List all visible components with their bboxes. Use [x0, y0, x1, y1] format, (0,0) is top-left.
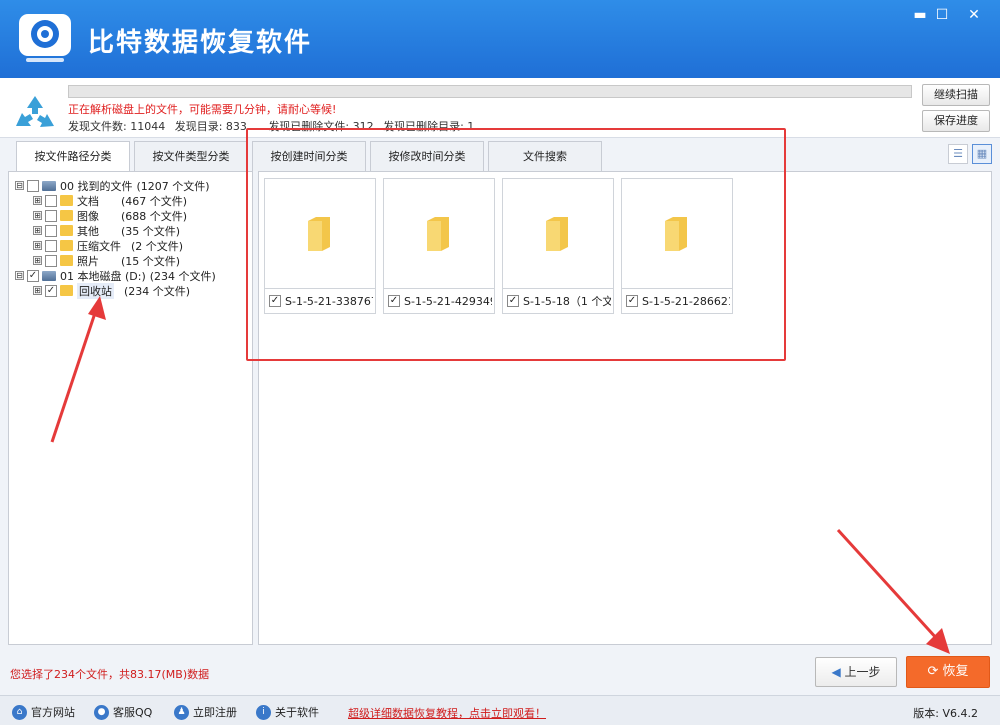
- file-checkbox[interactable]: ✓: [269, 295, 281, 307]
- stat-deleted-dirs: 发现已删除目录: 1: [383, 120, 475, 133]
- file-checkbox[interactable]: ✓: [388, 295, 400, 307]
- expand-icon[interactable]: ⊞: [33, 256, 42, 265]
- drive-icon: [42, 180, 56, 191]
- tree-item-recycle-bin[interactable]: ⊞ ✓ 回收站 (234 个文件): [33, 282, 190, 299]
- tree-checkbox[interactable]: [45, 239, 57, 252]
- file-checkbox[interactable]: ✓: [626, 295, 638, 307]
- expand-icon[interactable]: ⊞: [33, 211, 42, 220]
- tree-checkbox[interactable]: [45, 209, 57, 222]
- action-bar: 您选择了234个文件，共83.17(MB)数据 ◀ 上一步 ⟳ 恢复: [0, 650, 1000, 695]
- title-bar: 比特数据恢复软件 ▬ ☐ ✕: [0, 0, 1000, 78]
- footer-link-qq[interactable]: ● 客服QQ: [94, 704, 152, 720]
- back-arrow-icon: ◀: [831, 665, 845, 679]
- footer-link-register[interactable]: ♟ 立即注册: [174, 704, 237, 720]
- tree-checkbox[interactable]: ✓: [27, 269, 39, 282]
- save-progress-button[interactable]: 保存进度: [922, 110, 990, 132]
- stat-dirs-found: 发现目录: 833: [174, 120, 247, 133]
- tree-item-other[interactable]: ⊞ 其他 (35 个文件): [33, 223, 180, 238]
- collapse-icon[interactable]: ⊟: [15, 181, 24, 190]
- file-thumbnail: [265, 179, 375, 289]
- tree-item-archives[interactable]: ⊞ 压缩文件 (2 个文件): [33, 238, 183, 253]
- file-thumbnail: [622, 179, 732, 289]
- file-thumbnail: [384, 179, 494, 289]
- version-label: 版本: V6.4.2: [913, 707, 978, 720]
- file-caption: ✓S-1-5-21-429349...: [388, 294, 492, 308]
- collapse-icon[interactable]: ⊟: [15, 271, 24, 280]
- expand-icon[interactable]: ⊞: [33, 196, 42, 205]
- stat-files-found: 发现文件数: 11044: [68, 120, 166, 133]
- tree-checkbox[interactable]: ✓: [45, 284, 57, 297]
- stat-deleted-files: 发现已删除文件: 312: [268, 120, 374, 133]
- recover-button[interactable]: ⟳ 恢复: [906, 656, 990, 688]
- tab-by-path[interactable]: 按文件路径分类: [16, 141, 130, 173]
- folder-icon: [60, 210, 73, 221]
- refresh-icon: ⟳: [927, 664, 943, 679]
- folder-icon: [60, 285, 73, 296]
- app-title: 比特数据恢复软件: [88, 28, 313, 58]
- file-card[interactable]: ✓S-1-5-18（1 个文...: [502, 178, 614, 314]
- app-logo-icon: [19, 14, 71, 62]
- qq-icon: ●: [94, 704, 109, 720]
- tab-by-modified[interactable]: 按修改时间分类: [370, 141, 484, 171]
- home-icon: ⌂: [12, 704, 27, 720]
- tree-checkbox[interactable]: [45, 254, 57, 267]
- folder-icon: [427, 217, 449, 251]
- scan-warning-text: 正在解析磁盘上的文件，可能需要几分钟，请耐心等候!: [68, 103, 337, 116]
- footer: ⌂ 官方网站 ● 客服QQ ♟ 立即注册 i 关于软件 超级详细数据恢复教程，点击立即观…: [0, 695, 1000, 725]
- folder-icon: [308, 217, 330, 251]
- file-checkbox[interactable]: ✓: [507, 295, 519, 307]
- folder-tree: ⊟ 00 找到的文件 (1207 个文件) ⊞ 文档 (467 个文件) ⊞ 图像 (688…: [8, 171, 253, 645]
- close-button[interactable]: ✕: [960, 4, 988, 26]
- file-caption: ✓S-1-5-21-338767...: [269, 294, 373, 308]
- expand-icon[interactable]: ⊞: [33, 241, 42, 250]
- tree-item-photos[interactable]: ⊞ 照片 (15 个文件): [33, 253, 180, 268]
- footer-link-website[interactable]: ⌂ 官方网站: [12, 704, 75, 720]
- tree-checkbox[interactable]: [45, 224, 57, 237]
- tree-item-images[interactable]: ⊞ 图像 (688 个文件): [33, 208, 187, 223]
- view-toggle: ☰ ▦: [944, 144, 992, 164]
- footer-link-about[interactable]: i 关于软件: [256, 704, 319, 720]
- scan-progress-bar: [68, 85, 912, 98]
- file-card[interactable]: ✓S-1-5-21-429349...: [383, 178, 495, 314]
- file-grid: ✓S-1-5-21-338767... ✓S-1-5-21-429349... …: [258, 171, 992, 645]
- tree-item-documents[interactable]: ⊞ 文档 (467 个文件): [33, 193, 187, 208]
- grid-view-icon[interactable]: ▦: [972, 144, 992, 164]
- folder-icon: [60, 240, 73, 251]
- folder-icon: [546, 217, 568, 251]
- tab-by-created[interactable]: 按创建时间分类: [252, 141, 366, 171]
- tree-checkbox[interactable]: [45, 194, 57, 207]
- list-view-icon[interactable]: ☰: [948, 144, 968, 164]
- folder-icon: [60, 255, 73, 266]
- drive-icon: [42, 270, 56, 281]
- tree-checkbox[interactable]: [27, 179, 39, 192]
- file-caption: ✓S-1-5-18（1 个文...: [507, 295, 611, 308]
- file-thumbnail: [503, 179, 613, 289]
- expand-icon[interactable]: ⊞: [33, 286, 42, 295]
- continue-scan-button[interactable]: 继续扫描: [922, 84, 990, 106]
- user-icon: ♟: [174, 704, 189, 720]
- tree-item-local-disk-d[interactable]: ⊟ ✓ 01 本地磁盘 (D:) (234 个文件): [15, 268, 216, 283]
- folder-icon: [60, 195, 73, 206]
- tutorial-link[interactable]: 超级详细数据恢复教程，点击立即观看！: [348, 705, 546, 721]
- scan-stats: 发现文件数: 11044 发现目录: 833 发现已删除文件: 312 发现已删…: [68, 118, 480, 134]
- info-icon: i: [256, 704, 271, 720]
- selection-info: 您选择了234个文件，共83.17(MB)数据: [10, 668, 210, 681]
- tab-by-type[interactable]: 按文件类型分类: [134, 141, 248, 171]
- folder-icon: [60, 225, 73, 236]
- folder-icon: [665, 217, 687, 251]
- file-card[interactable]: ✓S-1-5-21-286621...: [621, 178, 733, 314]
- maximize-button[interactable]: ☐: [928, 4, 956, 26]
- file-caption: ✓S-1-5-21-286621...: [626, 294, 730, 308]
- previous-step-button[interactable]: ◀ 上一步: [815, 657, 897, 687]
- tab-file-search[interactable]: 文件搜索: [488, 141, 602, 171]
- recycle-icon: [16, 96, 54, 127]
- expand-icon[interactable]: ⊞: [33, 226, 42, 235]
- tree-item-found-files[interactable]: ⊟ 00 找到的文件 (1207 个文件): [15, 178, 210, 193]
- file-card[interactable]: ✓S-1-5-21-338767...: [264, 178, 376, 314]
- scan-panel: 正在解析磁盘上的文件，可能需要几分钟，请耐心等候! 发现文件数: 11044 发…: [0, 78, 1000, 138]
